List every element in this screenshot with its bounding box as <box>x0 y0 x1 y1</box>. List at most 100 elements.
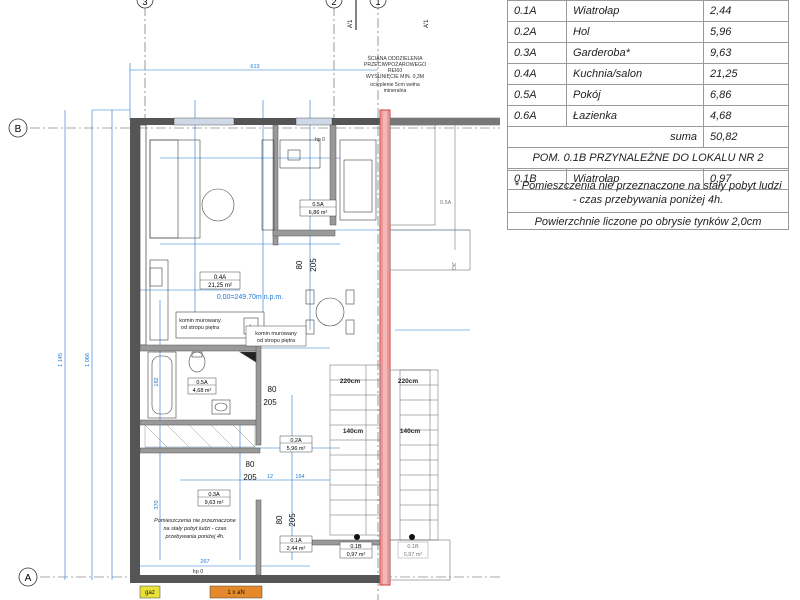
note-line-2: - czas przebywania poniżej 4h. <box>572 194 724 206</box>
table-row: 0.5A Pokój 6,86 <box>507 84 789 106</box>
svg-text:0.1A: 0.1A <box>290 538 302 544</box>
svg-text:5,96 m²: 5,96 m² <box>287 446 306 452</box>
svg-text:164: 164 <box>295 474 304 480</box>
svg-text:0.5A: 0.5A <box>312 202 324 208</box>
room-label-06: 0.5A 4,68 m² <box>187 377 217 395</box>
room-area: 5,96 <box>703 21 789 43</box>
svg-text:2,44 m²: 2,44 m² <box>287 546 306 552</box>
table-row: 0.1A Wiatrołap 2,44 <box>507 0 789 22</box>
room-label-04: 0.4A 21,25 m² <box>199 271 241 290</box>
room-name: Wiatrołap <box>566 0 704 22</box>
svg-text:komin murowany: komin murowany <box>179 318 221 324</box>
plaster-note: Powierzchnie liczone po obrysie tynków 2… <box>508 212 788 231</box>
svg-text:1 145: 1 145 <box>58 353 64 367</box>
svg-text:80: 80 <box>275 515 284 524</box>
svg-text:220cm: 220cm <box>340 378 360 385</box>
neighbor-unit <box>389 117 500 581</box>
axis-marker-2: 2 <box>325 0 343 9</box>
svg-text:0.4A: 0.4A <box>214 275 226 281</box>
svg-text:140cm: 140cm <box>400 428 420 435</box>
room-area: 9,63 <box>703 42 789 64</box>
jig-label: JIG <box>450 262 456 271</box>
svg-text:205: 205 <box>309 258 318 272</box>
svg-text:PRZECIWPOŻAROWEGO: PRZECIWPOŻAROWEGO <box>364 61 426 68</box>
table-row: 0.2A Hol 5,96 <box>507 21 789 43</box>
sum-value: 50,82 <box>703 126 789 148</box>
table-row: 0.3A Garderoba* 9,63 <box>507 42 789 64</box>
room-number: 0.6A <box>507 105 567 127</box>
room-name: Kuchnia/salon <box>566 63 704 85</box>
closet-hatch <box>144 424 256 448</box>
svg-text:267: 267 <box>200 559 209 565</box>
svg-text:0.1B: 0.1B <box>350 544 362 550</box>
axis-marker-B: B <box>8 118 28 138</box>
svg-text:6,86 m²: 6,86 m² <box>309 210 328 216</box>
chimney: komin murowany od stropu piętra L komin … <box>175 311 307 347</box>
room-number: 0.2A <box>507 21 567 43</box>
svg-text:przebywania poniżej 4h.: przebywania poniżej 4h. <box>164 534 224 540</box>
svg-text:9,63 m²: 9,63 m² <box>205 500 224 506</box>
living-furniture <box>149 139 355 341</box>
room-area-table: 0.1A Wiatrołap 2,44 0.2A Hol 5,96 0.3A G… <box>507 0 789 190</box>
svg-text:205: 205 <box>263 398 277 407</box>
svg-text:od stropu piętra: od stropu piętra <box>257 338 296 344</box>
axis-marker-3: 3 <box>136 0 154 9</box>
svg-text:0.3A: 0.3A <box>208 492 220 498</box>
level-text: 0.00=249.70m n.p.m. <box>217 294 283 301</box>
room-label-03: 0.3A 9,63 m² <box>197 489 231 507</box>
firewall-note: ŚCIANA ODDZIELENIA PRZECIWPOŻAROWEGO REI… <box>364 54 426 94</box>
svg-text:B: B <box>15 124 22 135</box>
svg-text:0.2A: 0.2A <box>290 438 302 444</box>
room-label-01: 0.1A 2,44 m² <box>279 535 313 553</box>
room-area: 6,86 <box>703 84 789 106</box>
svg-text:A'1: A'1 <box>348 19 354 28</box>
svg-text:205: 205 <box>288 513 297 527</box>
svg-text:hp 0: hp 0 <box>193 569 204 575</box>
svg-text:80: 80 <box>295 260 304 269</box>
room-name: Pokój <box>566 84 704 106</box>
svg-text:A: A <box>25 573 32 584</box>
section2-header: POM. 0.1B PRZYNALEŻNE DO LOKALU NR 2 <box>507 147 789 169</box>
svg-text:0,97 m²: 0,97 m² <box>404 552 423 558</box>
room-name: Garderoba* <box>566 42 704 64</box>
room-label-02: 0.2A 5,96 m² <box>279 435 313 453</box>
svg-text:370: 370 <box>154 500 160 509</box>
room-label-01b: 0.1B 0,97 m² <box>339 534 373 559</box>
room-area: 21,25 <box>703 63 789 85</box>
svg-text:mineralna: mineralna <box>384 88 407 94</box>
section-line: A'1 A'1 <box>348 0 430 30</box>
svg-text:2: 2 <box>331 0 336 7</box>
room-area: 2,44 <box>703 0 789 22</box>
svg-text:182: 182 <box>154 377 160 386</box>
svg-text:1: 1 <box>375 0 380 7</box>
svg-text:WYSUNIĘCIE MIN. 0,3M: WYSUNIĘCIE MIN. 0,3M <box>366 74 424 80</box>
sum-label: suma <box>507 126 704 148</box>
room-name: Hol <box>566 21 704 43</box>
section2-title: POM. 0.1B PRZYNALEŻNE DO LOKALU NR 2 <box>507 147 789 169</box>
svg-text:220cm: 220cm <box>398 378 418 385</box>
room-area: 4,68 <box>703 105 789 127</box>
svg-text:gaz: gaz <box>145 590 155 596</box>
svg-text:21,25 m²: 21,25 m² <box>208 283 232 289</box>
svg-text:1 066: 1 066 <box>85 353 91 367</box>
svg-text:613: 613 <box>250 64 259 70</box>
svg-text:A'1: A'1 <box>424 19 430 28</box>
room-number: 0.3A <box>507 42 567 64</box>
svg-text:0,97 m²: 0,97 m² <box>347 552 366 558</box>
room-number: 0.5A <box>507 84 567 106</box>
svg-text:80: 80 <box>246 460 255 469</box>
sum-row: suma 50,82 <box>507 126 789 148</box>
closet-note: Pomieszczenia nie przeznaczone na stały … <box>154 518 236 540</box>
axis-marker-1: 1 <box>369 0 387 9</box>
svg-text:na stały pobyt ludzi - czas: na stały pobyt ludzi - czas <box>164 526 227 532</box>
room-label-05: 0.5A 6,86 m² <box>299 199 337 217</box>
svg-text:80: 80 <box>268 385 277 394</box>
table-row: 0.6A Łazienka 4,68 <box>507 105 789 127</box>
svg-text:205: 205 <box>243 473 257 482</box>
room-name: Łazienka <box>566 105 704 127</box>
svg-text:140cm: 140cm <box>343 428 363 435</box>
floor-plan: 3 2 1 B A A'1 A'1 ŚCIANA ODDZIELENIA PRZ… <box>8 0 500 600</box>
entry-elements: hp 0 gaz 1 x aN <box>139 569 263 599</box>
note-line-1: * Pomieszczenia nie przeznaczone na stał… <box>514 180 782 192</box>
svg-text:ŚCIANA ODDZIELENIA: ŚCIANA ODDZIELENIA <box>367 54 423 62</box>
